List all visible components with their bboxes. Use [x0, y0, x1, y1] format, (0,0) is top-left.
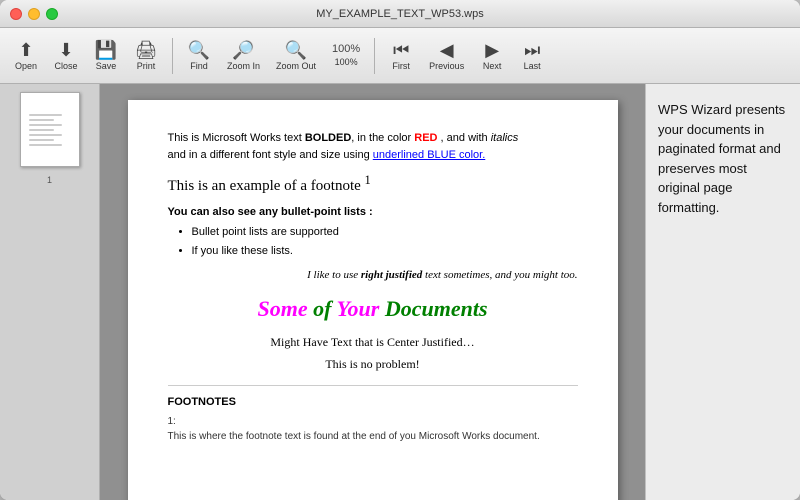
- open-label: Open: [15, 61, 37, 71]
- some-word: Some: [257, 296, 307, 321]
- first-label: First: [392, 61, 410, 71]
- next-icon: ▶: [485, 41, 499, 59]
- documents-word: Documents: [379, 296, 487, 321]
- close-tool-icon: ⬇: [58, 41, 73, 59]
- right-justified-text: I like to use right justified text somet…: [168, 267, 578, 284]
- zoom-out-label: Zoom Out: [276, 61, 316, 71]
- zoom-in-button[interactable]: 🔎 Zoom In: [221, 37, 266, 75]
- previous-label: Previous: [429, 61, 464, 71]
- bullet-list-heading: You can also see any bullet-point lists …: [168, 204, 578, 221]
- page-thumbnail[interactable]: [20, 92, 80, 167]
- save-icon: 💾: [95, 41, 117, 59]
- bullet-item-2: If you like these lists.: [192, 243, 578, 260]
- bullet-item-1: Bullet point lists are supported: [192, 224, 578, 241]
- find-button[interactable]: 🔍 Find: [181, 37, 217, 75]
- next-button[interactable]: ▶ Next: [474, 37, 510, 75]
- close-tool-button[interactable]: ⬇ Close: [48, 37, 84, 75]
- find-label: Find: [190, 61, 208, 71]
- intro-newline: and in a different font style and size u…: [168, 149, 373, 161]
- page-number-label: 1: [47, 175, 52, 185]
- intro-bold: BOLDED: [305, 132, 351, 144]
- thumb-line-3: [29, 124, 63, 126]
- document-area[interactable]: This is Microsoft Works text BOLDED, in …: [100, 84, 645, 500]
- 100pct-label: 100%: [335, 57, 358, 67]
- zoom-in-icon: 🔎: [232, 41, 254, 59]
- first-icon: ⏮: [393, 41, 409, 59]
- open-icon: ⬆: [18, 41, 33, 59]
- maximize-button[interactable]: [46, 8, 58, 20]
- footnote-number: 1:: [168, 414, 578, 429]
- first-button[interactable]: ⏮ First: [383, 37, 419, 75]
- toolbar: ⬆ Open ⬇ Close 💾 Save 🖨 Print 🔍 Find 🔎 Z…: [0, 28, 800, 84]
- footnote-example-heading: This is an example of a footnote 1: [168, 171, 578, 198]
- 100pct-button[interactable]: 100% 100%: [326, 40, 366, 71]
- close-button[interactable]: [10, 8, 22, 20]
- thumb-line-7: [29, 144, 63, 146]
- thumb-line-6: [29, 139, 54, 141]
- of-word: of: [308, 296, 337, 321]
- document-page: This is Microsoft Works text BOLDED, in …: [128, 100, 618, 500]
- previous-button[interactable]: ◀ Previous: [423, 37, 470, 75]
- intro-comma: , in the color: [351, 132, 414, 144]
- next-label: Next: [483, 61, 502, 71]
- right-panel: WPS Wizard presents your documents in pa…: [645, 84, 800, 500]
- intro-normal: This is Microsoft Works text: [168, 132, 305, 144]
- print-label: Print: [137, 61, 156, 71]
- right-panel-text: WPS Wizard presents your documents in pa…: [658, 100, 788, 217]
- close-tool-label: Close: [54, 61, 77, 71]
- print-icon: 🖨: [135, 41, 158, 59]
- thumb-line-5: [29, 134, 63, 136]
- intro-paragraph: This is Microsoft Works text BOLDED, in …: [168, 130, 578, 163]
- main-area: 1 This is Microsoft Works text BOLDED, i…: [0, 84, 800, 500]
- titlebar: MY_EXAMPLE_TEXT_WP53.wps: [0, 0, 800, 28]
- toolbar-separator-1: [172, 38, 173, 74]
- center-text-1: Might Have Text that is Center Justified…: [168, 333, 578, 351]
- last-button[interactable]: ⏭ Last: [514, 37, 550, 75]
- open-button[interactable]: ⬆ Open: [8, 37, 44, 75]
- zoom-in-label: Zoom In: [227, 61, 260, 71]
- toolbar-separator-2: [374, 38, 375, 74]
- footnotes-section: FOOTNOTES 1: This is where the footnote …: [168, 385, 578, 445]
- last-label: Last: [524, 61, 541, 71]
- window-title: MY_EXAMPLE_TEXT_WP53.wps: [316, 8, 484, 20]
- intro-blue-underline: underlined BLUE color.: [373, 149, 486, 161]
- bullet-list: Bullet point lists are supported If you …: [168, 224, 578, 259]
- minimize-button[interactable]: [28, 8, 40, 20]
- right-justified-bold: right justified: [361, 269, 422, 281]
- save-button[interactable]: 💾 Save: [88, 37, 124, 75]
- app-window: MY_EXAMPLE_TEXT_WP53.wps ⬆ Open ⬇ Close …: [0, 0, 800, 500]
- zoom-out-icon: 🔍: [285, 41, 307, 59]
- intro-italic: italics: [491, 132, 519, 144]
- some-of-your-documents: Some of Your Documents: [168, 292, 578, 325]
- footnote-body: This is where the footnote text is found…: [168, 429, 578, 444]
- last-icon: ⏭: [524, 41, 540, 59]
- 100pct-icon: 100%: [332, 44, 360, 55]
- sidebar: 1: [0, 84, 100, 500]
- zoom-out-button[interactable]: 🔍 Zoom Out: [270, 37, 322, 75]
- save-label: Save: [96, 61, 117, 71]
- thumb-preview: [25, 110, 75, 150]
- footnotes-label: FOOTNOTES: [168, 394, 578, 411]
- your-word: Your: [337, 296, 380, 321]
- thumb-line-1: [29, 114, 63, 116]
- thumb-line-4: [29, 129, 54, 131]
- previous-icon: ◀: [440, 41, 454, 59]
- thumb-line-2: [29, 119, 54, 121]
- print-button[interactable]: 🖨 Print: [128, 37, 164, 75]
- traffic-lights: [10, 8, 58, 20]
- find-icon: 🔍: [188, 41, 210, 59]
- intro-red: RED: [414, 132, 437, 144]
- center-text-2: This is no problem!: [168, 355, 578, 373]
- intro-and: , and with: [438, 132, 491, 144]
